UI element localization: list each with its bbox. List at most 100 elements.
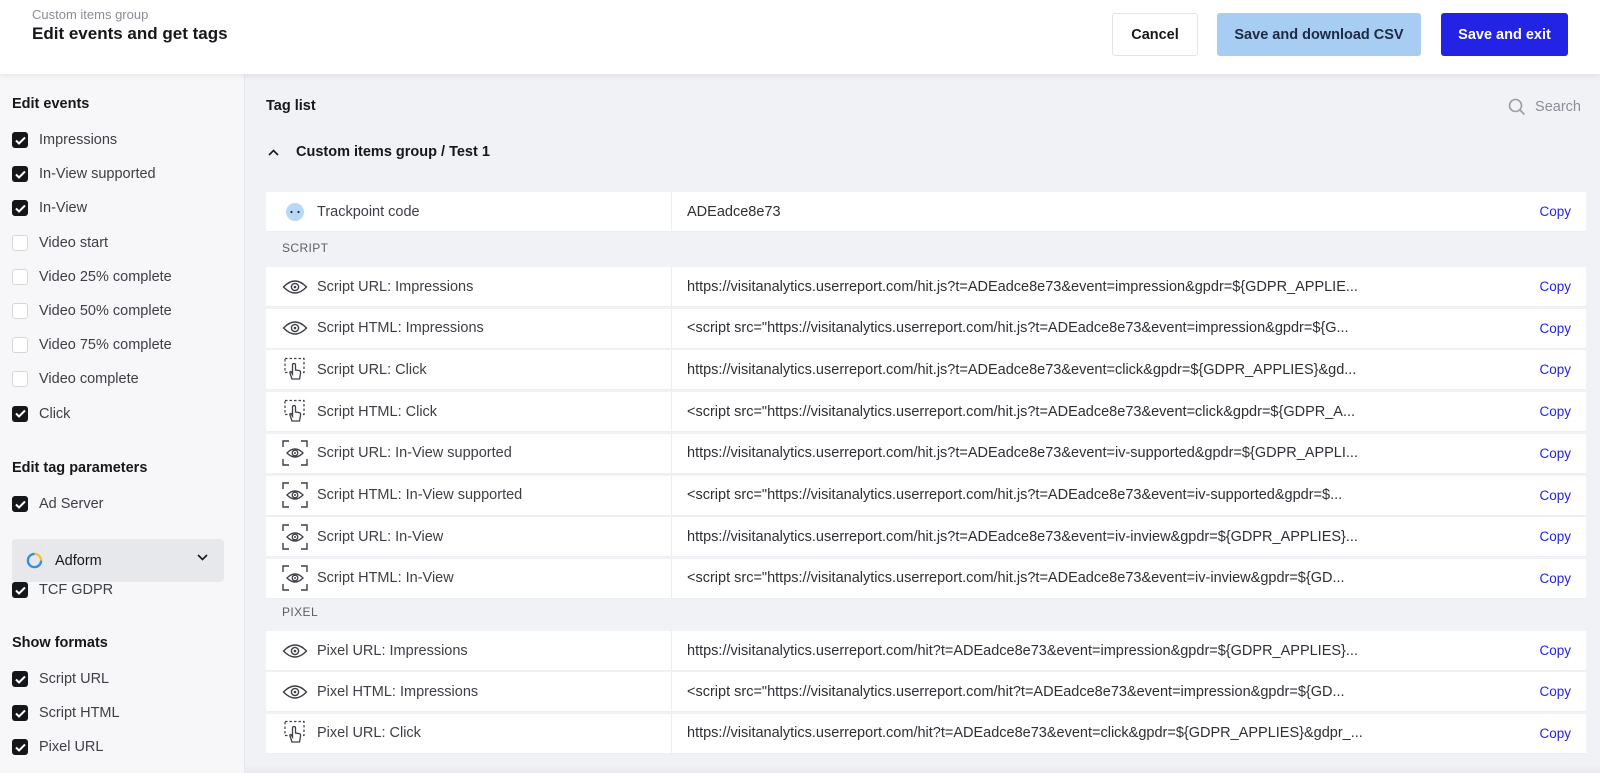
copy-button[interactable]: Copy (1539, 488, 1571, 503)
tag-row: Script URL: Impressions https://visitanal… (266, 266, 1586, 307)
event-checkbox[interactable] (12, 405, 28, 422)
trackpoint-value: ADEadce8e73 (687, 203, 781, 220)
tag-row: Script HTML: In-View <script src="https:/… (266, 558, 1586, 599)
tag-value: https://visitanalytics.userreport.com/hi… (687, 361, 1357, 378)
event-checkbox-row[interactable]: Video start (12, 233, 108, 253)
trackpoint-row: Trackpoint code ADEadce8e73 Copy (266, 191, 1586, 232)
tag-row: Script HTML: Impressions <script src="htt… (266, 308, 1586, 349)
tag-value: https://visitanalytics.userreport.com/hi… (687, 445, 1358, 462)
breadcrumb: Custom items group (32, 7, 149, 22)
event-checkbox[interactable] (12, 337, 28, 354)
tag-name: Script URL: Impressions (317, 266, 672, 307)
tag-value: <script src="https://visitanalytics.user… (687, 487, 1343, 503)
event-label: Click (39, 405, 71, 422)
tag-row: Script URL: In-View https://visitanalytic… (266, 516, 1586, 558)
event-checkbox-row[interactable]: Video complete (12, 369, 139, 389)
tag-row: Script HTML: Click <script src="https://v… (266, 391, 1586, 433)
tag-row: Pixel URL: Impressions https://visitanaly… (266, 630, 1586, 671)
event-checkbox[interactable] (12, 303, 28, 319)
event-label: Video 75% complete (39, 337, 172, 354)
event-checkbox[interactable] (12, 371, 28, 388)
format-checkbox-row[interactable]: Pixel URL (12, 737, 103, 757)
format-checkbox-row[interactable]: Script HTML (12, 703, 120, 723)
copy-button[interactable]: Copy (1539, 684, 1571, 699)
tag-value: <script src="https://visitanalytics.user… (687, 683, 1345, 700)
copy-button[interactable]: Copy (1539, 446, 1571, 461)
copy-button[interactable]: Copy (1539, 571, 1571, 586)
format-checkbox[interactable] (12, 739, 28, 756)
event-checkbox-row[interactable]: In-View (12, 198, 87, 218)
group-title: Custom items group / Test 1 (296, 144, 490, 160)
copy-button[interactable]: Copy (1539, 404, 1571, 419)
eye-icon (281, 678, 309, 706)
click-icon (281, 398, 309, 426)
tag-value: https://visitanalytics.userreport.com/hi… (687, 528, 1358, 545)
event-label: In-View (39, 200, 88, 217)
event-label: In-View supported (39, 166, 156, 183)
ad-server-checkbox-row[interactable]: Ad Server (12, 494, 103, 514)
inview-icon (281, 481, 309, 509)
tcf-gdpr-label: TCF GDPR (39, 582, 114, 598)
copy-button[interactable]: Copy (1539, 279, 1571, 294)
format-label: Script HTML (39, 705, 120, 722)
tag-name: Script HTML: Click (317, 391, 672, 432)
format-checkbox[interactable] (12, 671, 28, 687)
save-download-csv-button[interactable]: Save and download CSV (1217, 13, 1421, 56)
format-checkbox-row[interactable]: Script URL (12, 669, 109, 689)
tag-row: Pixel URL: Click https://visitanalytics.u… (266, 713, 1586, 754)
event-checkbox-row[interactable]: Click (12, 404, 70, 424)
tag-value: https://visitanalytics.userreport.com/hi… (687, 278, 1358, 295)
tag-list-title: Tag list (266, 98, 316, 114)
sidebar: Edit events Impressions In-View supported… (0, 74, 245, 773)
event-checkbox[interactable] (12, 268, 28, 285)
save-exit-button[interactable]: Save and exit (1441, 13, 1568, 56)
search-icon (1508, 98, 1526, 116)
group-header[interactable]: Custom items group / Test 1 (266, 144, 490, 160)
search-placeholder: Search (1535, 99, 1581, 115)
script-section-label: SCRIPT (282, 241, 329, 255)
format-checkbox[interactable] (12, 705, 28, 722)
event-checkbox-row[interactable]: In-View supported (12, 164, 156, 184)
tcf-gdpr-checkbox-row[interactable]: TCF GDPR (12, 580, 113, 600)
copy-button[interactable]: Copy (1539, 204, 1571, 219)
eye-icon (281, 637, 309, 665)
event-checkbox[interactable] (12, 166, 28, 183)
tag-name: Script URL: In-View supported (317, 433, 672, 474)
cancel-button[interactable]: Cancel (1112, 13, 1198, 56)
tag-name: Script HTML: In-View (317, 558, 672, 599)
tag-row: Script URL: In-View supported https://vis… (266, 433, 1586, 474)
chevron-down-icon (197, 554, 208, 561)
page-title: Edit events and get tags (32, 24, 228, 43)
event-checkbox-row[interactable]: Video 75% complete (12, 335, 172, 355)
edit-events-title: Edit events (12, 96, 90, 112)
tag-name: Pixel HTML: Impressions (317, 671, 672, 712)
edit-tag-params-title: Edit tag parameters (12, 460, 148, 476)
format-label: Pixel URL (39, 739, 104, 756)
event-checkbox[interactable] (12, 132, 28, 148)
copy-button[interactable]: Copy (1539, 529, 1571, 544)
event-checkbox-row[interactable]: Video 25% complete (12, 267, 172, 287)
event-checkbox-row[interactable]: Impressions (12, 130, 117, 150)
tag-row: Pixel HTML: Impressions <script src="http… (266, 671, 1586, 713)
copy-button[interactable]: Copy (1539, 321, 1571, 336)
copy-button[interactable]: Copy (1539, 643, 1571, 658)
chevron-up-icon[interactable] (268, 148, 279, 156)
tag-value: <script src="https://visitanalytics.user… (687, 403, 1356, 420)
pixel-section-label: PIXEL (282, 605, 319, 619)
event-checkbox[interactable] (12, 200, 28, 217)
event-checkbox-row[interactable]: Video 50% complete (12, 301, 172, 321)
ad-server-checkbox[interactable] (12, 496, 28, 512)
copy-button[interactable]: Copy (1539, 362, 1571, 377)
event-label: Video 50% complete (39, 303, 172, 319)
tag-value: https://visitanalytics.userreport.com/hi… (687, 642, 1358, 659)
copy-button[interactable]: Copy (1539, 726, 1571, 741)
tag-name: Script HTML: Impressions (317, 308, 672, 349)
click-icon (281, 719, 309, 747)
ad-server-select[interactable]: Adform (12, 539, 224, 582)
event-label: Video start (39, 234, 109, 251)
search-input[interactable]: Search (1508, 98, 1581, 116)
event-checkbox[interactable] (12, 234, 28, 251)
tcf-gdpr-checkbox[interactable] (12, 582, 28, 598)
ad-server-value: Adform (55, 552, 102, 569)
trackpoint-name: Trackpoint code (317, 191, 672, 232)
